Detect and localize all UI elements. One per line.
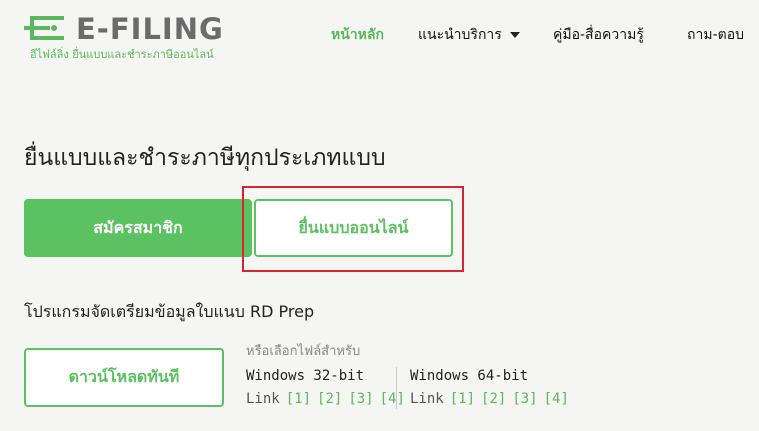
nav-item-manuals[interactable]: คู่มือ-สื่อความรู้ [553, 24, 644, 46]
win32-title: Windows 32-bit [246, 368, 365, 384]
nav-item-manuals-label: คู่มือ-สื่อความรู้ [553, 27, 644, 43]
win64-link-1[interactable]: [1] [450, 391, 475, 407]
win32-link-4[interactable]: [4] [380, 391, 405, 407]
rdprep-heading: โปรแกรมจัดเตรียมข้อมูลใบแนบ RD Prep [24, 302, 315, 321]
nav-item-services-label: แนะนำบริการ [418, 27, 502, 43]
download-now-button[interactable]: ดาวน์โหลดทันที [24, 348, 224, 407]
register-button-label: สมัครสมาชิก [93, 217, 183, 237]
efiling-logo-mark-icon [24, 16, 64, 40]
win32-link-1[interactable]: [1] [286, 391, 311, 407]
nav-item-faq[interactable]: ถาม-ตอบ [687, 24, 744, 46]
caret-down-icon [509, 32, 520, 38]
nav-item-services[interactable]: แนะนำบริการ [418, 24, 520, 46]
divider [396, 367, 397, 409]
nav-item-home[interactable]: หน้าหลัก [331, 24, 384, 46]
register-button[interactable]: สมัครสมาชิก [24, 199, 252, 257]
page-title: ยื่นแบบและชำระภาษีทุกประเภทแบบ [24, 145, 386, 171]
win32-link-3[interactable]: [3] [348, 391, 373, 407]
win64-link-label: Link [410, 391, 444, 407]
logo-subtitle: อีไฟล์ลิ่ง ยื่นแบบและชำระภาษีออนไลน์ [30, 48, 214, 61]
download-now-button-label: ดาวน์โหลดทันที [68, 367, 180, 386]
win64-link-3[interactable]: [3] [512, 391, 537, 407]
choose-file-text: หรือเลือกไฟล์สำหรับ [246, 344, 361, 359]
nav-item-faq-label: ถาม-ตอบ [687, 27, 745, 43]
logo-title: E-FILING [76, 12, 224, 46]
efiling-logo[interactable]: E-FILING อีไฟล์ลิ่ง ยื่นแบบและชำระภาษีออ… [24, 12, 224, 61]
win64-links: Link [1] [2] [3] [4] [410, 391, 569, 407]
win64-link-2[interactable]: [2] [481, 391, 506, 407]
file-online-button-label: ยื่นแบบออนไลน์ [298, 217, 409, 237]
win64-link-4[interactable]: [4] [544, 391, 569, 407]
win32-link-2[interactable]: [2] [317, 391, 342, 407]
win32-link-label: Link [246, 391, 280, 407]
win32-links: Link [1] [2] [3] [4] [246, 391, 405, 407]
main-nav: หน้าหลัก แนะนำบริการ คู่มือ-สื่อความรู้ … [331, 24, 759, 48]
nav-item-home-label: หน้าหลัก [331, 27, 384, 43]
win64-title: Windows 64-bit [410, 368, 529, 384]
file-online-button[interactable]: ยื่นแบบออนไลน์ [254, 199, 453, 257]
